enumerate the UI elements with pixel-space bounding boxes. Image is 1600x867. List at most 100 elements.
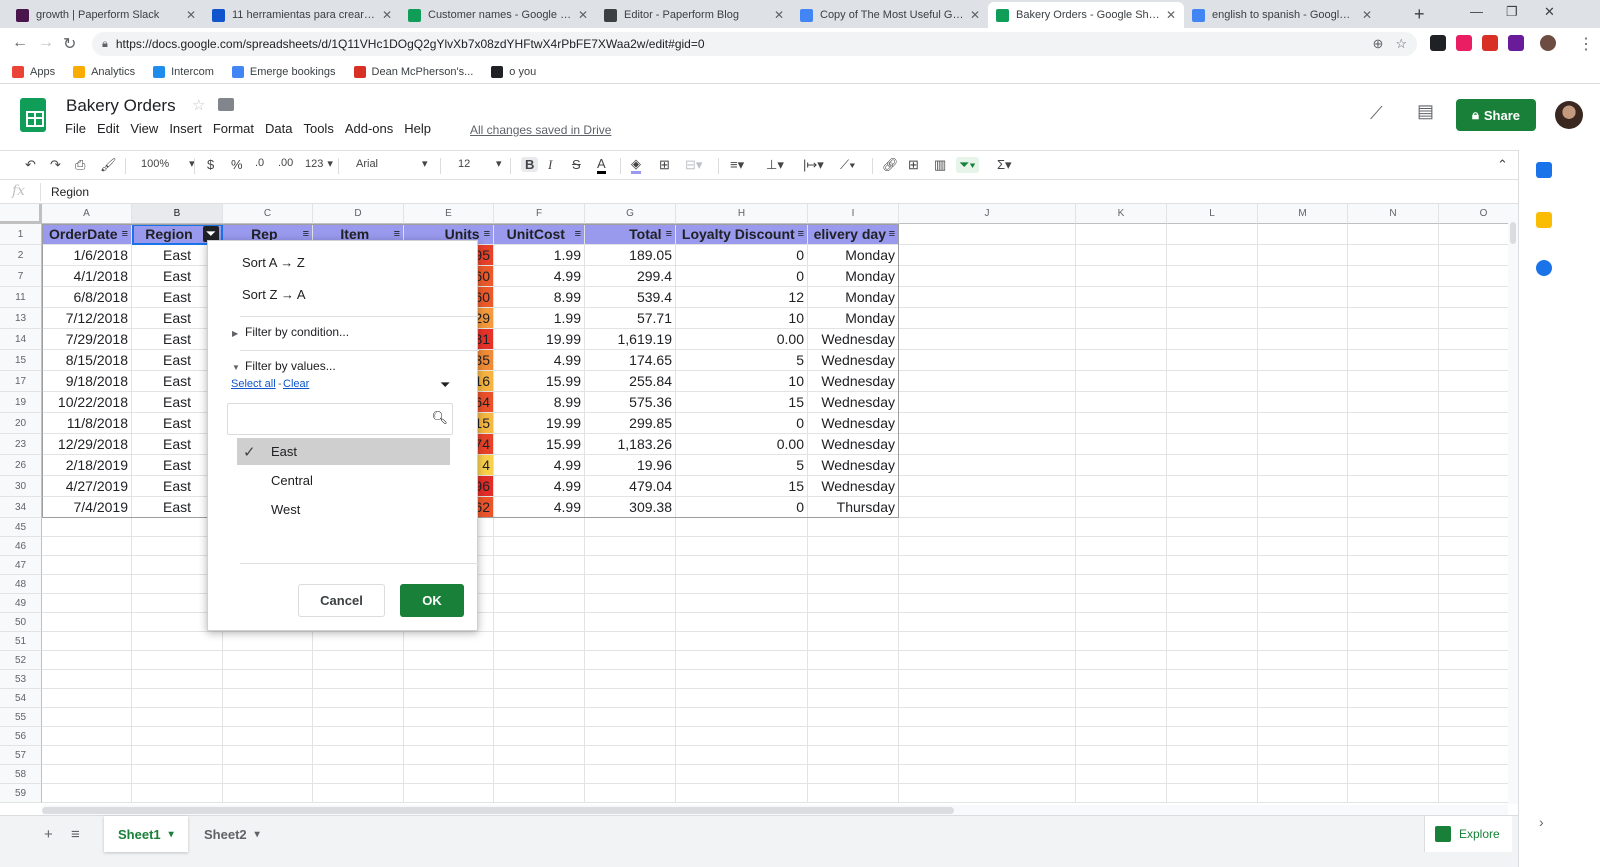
ok-button[interactable]: OK [400,584,464,617]
explore-button[interactable]: Explore [1424,816,1512,852]
empty-cell[interactable] [899,392,1076,413]
redo-icon[interactable]: ↷ [50,157,61,173]
empty-cell[interactable] [132,746,223,765]
empty-cell[interactable] [1076,308,1167,329]
empty-cell[interactable] [808,537,899,556]
browser-tab[interactable]: Editor - Paperform Blog ✕ [596,2,792,28]
empty-cell[interactable] [585,632,676,651]
empty-cell[interactable] [899,556,1076,575]
table-cell[interactable]: 479.04 [585,476,676,497]
empty-cell[interactable] [1076,670,1167,689]
table-cell[interactable]: 255.84 [585,371,676,392]
empty-cell[interactable] [1076,765,1167,784]
table-cell[interactable]: 1/6/2018 [42,245,132,266]
document-title[interactable]: Bakery Orders [66,96,176,116]
empty-cell[interactable] [494,746,585,765]
empty-cell[interactable] [42,556,132,575]
column-header[interactable]: F [494,204,585,224]
empty-cell[interactable] [1258,266,1348,287]
empty-cell[interactable] [494,727,585,746]
empty-cell[interactable] [1076,575,1167,594]
browser-tab[interactable]: english to spanish - Google Search✕ [1184,2,1380,28]
chevron-down-icon[interactable]: ▾ [255,829,260,840]
tasks-icon[interactable] [1536,260,1552,276]
empty-cell[interactable] [808,632,899,651]
empty-cell[interactable] [899,266,1076,287]
table-cell[interactable]: 8.99 [494,392,585,413]
row-header[interactable]: 56 [0,727,42,746]
table-cell[interactable]: 7/12/2018 [42,308,132,329]
table-cell[interactable]: 539.4 [585,287,676,308]
empty-cell[interactable] [1167,594,1258,613]
empty-cell[interactable] [1076,727,1167,746]
fill-color-icon[interactable]: ◈ [631,157,641,174]
empty-cell[interactable] [494,556,585,575]
empty-cell[interactable] [1076,497,1167,518]
table-cell[interactable]: 7/29/2018 [42,329,132,350]
row-header[interactable]: 23 [0,434,42,455]
currency-format-button[interactable]: $ [207,157,214,172]
empty-cell[interactable] [1076,689,1167,708]
collapse-triangle-icon[interactable]: ▼ [232,363,240,372]
empty-cell[interactable] [42,575,132,594]
empty-cell[interactable] [899,575,1076,594]
select-all-corner[interactable] [0,204,42,224]
empty-cell[interactable] [899,613,1076,632]
row-header[interactable]: 26 [0,455,42,476]
empty-cell[interactable] [1258,392,1348,413]
row-header[interactable]: 7 [0,266,42,287]
empty-cell[interactable] [585,727,676,746]
browser-tab[interactable]: growth | Paperform Slack ✕ [8,2,204,28]
table-cell[interactable]: Wednesday [808,392,899,413]
empty-cell[interactable] [1167,727,1258,746]
cancel-button[interactable]: Cancel [298,584,385,617]
menu-file[interactable]: File [65,121,86,136]
empty-cell[interactable] [899,689,1076,708]
forward-icon[interactable]: → [38,34,54,52]
table-cell[interactable]: Monday [808,266,899,287]
table-cell[interactable]: 8/15/2018 [42,350,132,371]
empty-cell[interactable] [132,651,223,670]
empty-cell[interactable] [1348,308,1439,329]
empty-cell[interactable] [494,594,585,613]
row-header[interactable]: 48 [0,575,42,594]
empty-cell[interactable] [42,746,132,765]
empty-cell[interactable] [1167,746,1258,765]
empty-cell[interactable] [1076,329,1167,350]
empty-cell[interactable] [899,308,1076,329]
empty-cell[interactable] [1348,224,1439,245]
empty-cell[interactable] [676,651,808,670]
save-status[interactable]: All changes saved in Drive [470,123,611,137]
empty-cell[interactable] [1167,350,1258,371]
table-cell[interactable]: 0 [676,266,808,287]
empty-cell[interactable] [313,670,404,689]
empty-cell[interactable] [585,651,676,670]
empty-cell[interactable] [1258,689,1348,708]
extension-mail-icon[interactable] [1482,35,1498,51]
empty-cell[interactable] [404,708,494,727]
vertical-align-icon[interactable]: ⊥▾ [766,157,784,173]
empty-cell[interactable] [1258,727,1348,746]
table-cell[interactable]: 11/8/2018 [42,413,132,434]
empty-cell[interactable] [585,765,676,784]
empty-cell[interactable] [1076,245,1167,266]
table-cell[interactable]: Monday [808,287,899,308]
empty-cell[interactable] [585,518,676,537]
empty-cell[interactable] [1167,434,1258,455]
empty-cell[interactable] [899,746,1076,765]
row-header[interactable]: 53 [0,670,42,689]
table-cell[interactable]: 9/18/2018 [42,371,132,392]
undo-icon[interactable]: ↶ [25,157,36,173]
table-cell[interactable]: Wednesday [808,329,899,350]
menu-format[interactable]: Format [213,121,254,136]
empty-cell[interactable] [494,613,585,632]
empty-cell[interactable] [1167,518,1258,537]
empty-cell[interactable] [1258,455,1348,476]
empty-cell[interactable] [1348,371,1439,392]
empty-cell[interactable] [223,689,313,708]
star-icon[interactable]: ☆ [192,96,205,114]
empty-cell[interactable] [1348,708,1439,727]
empty-cell[interactable] [1076,784,1167,803]
empty-cell[interactable] [313,746,404,765]
empty-cell[interactable] [1348,518,1439,537]
